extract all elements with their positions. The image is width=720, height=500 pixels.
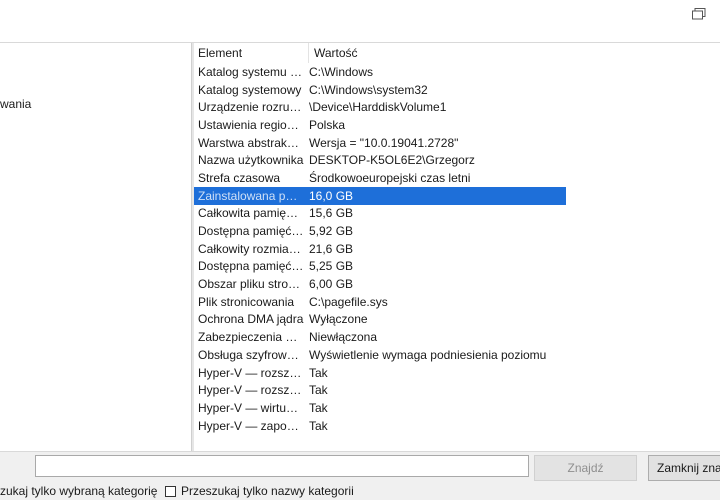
category-tree[interactable]: wania (0, 43, 191, 451)
row-value-cell: Tak (309, 400, 328, 415)
table-row[interactable]: Strefa czasowa Środkowoeuropejski czas le… (194, 169, 720, 187)
row-value-cell: Wyświetlenie wymaga podniesienia poziomu (309, 347, 547, 362)
details-list[interactable]: Element Wartość Katalog systemu Wi... C:\… (194, 43, 720, 451)
top-bar (0, 0, 720, 42)
column-header: Element Wartość (194, 43, 720, 63)
table-row[interactable]: Hyper-V — zapobie... Tak (194, 417, 720, 435)
table-row[interactable]: Hyper-V — wirtualiz... Tak (194, 399, 720, 417)
row-element-cell: Hyper-V — wirtualiz... (198, 400, 304, 415)
row-value-cell: Tak (309, 418, 328, 433)
row-value-cell: C:\Windows\system32 (309, 82, 428, 97)
row-element-cell: Plik stronicowania (198, 294, 295, 309)
table-row[interactable]: Hyper-V — rozszerz... Tak (194, 364, 720, 382)
row-element-cell: Strefa czasowa (198, 170, 281, 185)
row-element-cell: Zabezpieczenia opar... (198, 330, 304, 345)
row-element-cell: Dostępna pamięć fiz... (198, 224, 304, 239)
row-value-cell: C:\Windows (309, 64, 374, 79)
table-row[interactable]: Zainstalowana pami... 16,0 GB (194, 186, 566, 205)
search-panel: Znajdź Zamknij znaj zukaj tylko wybraną … (0, 452, 720, 500)
row-value-cell: Polska (309, 117, 346, 132)
table-row[interactable]: Warstwa abstrakcji s... Wersja = "10.0.19… (194, 134, 720, 152)
table-row[interactable]: Obszar pliku stronic... 6,00 GB (194, 275, 720, 293)
row-value-cell: 5,92 GB (309, 224, 354, 239)
table-row[interactable]: Dostępna pamięć wi... 5,25 GB (194, 258, 720, 276)
row-element-cell: Całkowita pamięć fiz... (198, 206, 304, 221)
search-input[interactable] (35, 455, 529, 477)
close-find-button[interactable]: Zamknij znaj (648, 455, 720, 481)
search-category-names-label: Przeszukaj tylko nazwy kategorii (181, 484, 354, 498)
row-value-cell: C:\pagefile.sys (309, 294, 388, 309)
row-element-cell: Zainstalowana pami... (198, 188, 304, 203)
row-element-cell: Hyper-V — zapobie... (198, 418, 304, 433)
row-value-cell: Środkowoeuropejski czas letni (309, 170, 471, 185)
row-element-cell: Dostępna pamięć wi... (198, 259, 304, 274)
row-value-cell: Wersja = "10.0.19041.2728" (309, 135, 459, 150)
table-row[interactable]: Urządzenie rozrucho... \Device\HarddiskVo… (194, 98, 720, 116)
table-row[interactable]: Całkowity rozmiar p... 21,6 GB (194, 240, 720, 258)
search-category-names-checkbox[interactable] (165, 485, 176, 497)
row-element-cell: Ustawienia regionalne (198, 117, 304, 132)
row-element-cell: Ochrona DMA jądra (198, 312, 304, 327)
column-header-value[interactable]: Wartość (309, 43, 358, 63)
row-element-cell: Hyper-V — rozszerz... (198, 365, 304, 380)
search-selected-category-option[interactable]: zukaj tylko wybraną kategorię (0, 484, 157, 498)
row-value-cell: DESKTOP-K5OL6E2\Grzegorz (309, 153, 475, 168)
list-rows: Katalog systemu Wi... C:\Windows Katalog s… (194, 63, 720, 434)
table-row[interactable]: Nazwa użytkownika DESKTOP-K5OL6E2\Grzegor… (194, 151, 720, 169)
table-row[interactable]: Całkowita pamięć fiz... 15,6 GB (194, 205, 720, 223)
table-row[interactable]: Plik stronicowania C:\pagefile.sys (194, 293, 720, 311)
row-value-cell: Tak (309, 383, 328, 398)
row-value-cell: Niewłączona (309, 330, 378, 345)
row-value-cell: 15,6 GB (309, 206, 354, 221)
row-element-cell: Warstwa abstrakcji s... (198, 135, 304, 150)
row-element-cell: Hyper-V — rozszerz... (198, 383, 304, 398)
row-value-cell: Wyłączone (309, 312, 368, 327)
table-row[interactable]: Katalog systemowy C:\Windows\system32 (194, 81, 720, 99)
table-row[interactable]: Ochrona DMA jądra Wyłączone (194, 311, 720, 329)
row-element-cell: Obsługa szyfrowania... (198, 347, 304, 362)
row-element-cell: Katalog systemu Wi... (198, 64, 304, 79)
row-value-cell: 16,0 GB (309, 188, 354, 203)
search-category-names-option[interactable]: Przeszukaj tylko nazwy kategorii (165, 484, 354, 498)
row-value-cell: Tak (309, 365, 328, 380)
row-element-cell: Katalog systemowy (198, 82, 302, 97)
search-selected-category-label: zukaj tylko wybraną kategorię (0, 484, 158, 498)
row-value-cell: \Device\HarddiskVolume1 (309, 100, 447, 115)
row-value-cell: 21,6 GB (309, 241, 354, 256)
table-row[interactable]: Katalog systemu Wi... C:\Windows (194, 63, 720, 81)
tree-item[interactable]: wania (0, 97, 31, 111)
table-row[interactable]: Obsługa szyfrowania... Wyświetlenie wymag… (194, 346, 720, 364)
table-row[interactable]: Hyper-V — rozszerz... Tak (194, 381, 720, 399)
row-element-cell: Całkowity rozmiar p... (198, 241, 304, 256)
row-value-cell: 6,00 GB (309, 277, 354, 292)
row-element-cell: Nazwa użytkownika (198, 153, 304, 168)
table-row[interactable]: Ustawienia regionalne Polska (194, 116, 720, 134)
column-header-element[interactable]: Element (194, 43, 309, 63)
row-element-cell: Obszar pliku stronic... (198, 277, 304, 292)
find-button[interactable]: Znajdź (534, 455, 637, 481)
table-row[interactable]: Dostępna pamięć fiz... 5,92 GB (194, 222, 720, 240)
table-row[interactable]: Zabezpieczenia opar... Niewłączona (194, 328, 720, 346)
row-value-cell: 5,25 GB (309, 259, 354, 274)
restore-window-icon[interactable] (692, 8, 706, 20)
row-element-cell: Urządzenie rozrucho... (198, 100, 304, 115)
